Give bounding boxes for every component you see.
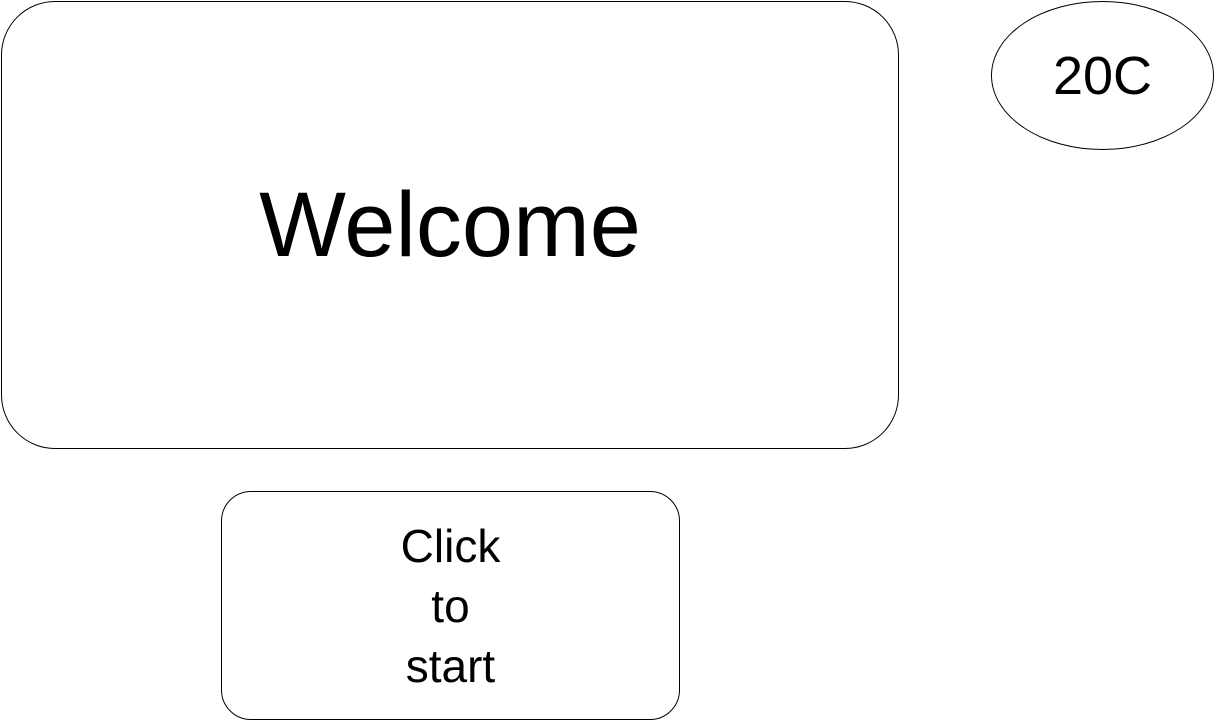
start-button-label: Click to start (401, 516, 501, 696)
welcome-title: Welcome (259, 174, 641, 276)
start-button-line-2: to (431, 579, 470, 632)
start-button[interactable]: Click to start (221, 491, 680, 720)
welcome-panel: Welcome (1, 1, 899, 449)
temperature-value: 20C (1052, 45, 1153, 106)
temperature-badge: 20C (991, 1, 1214, 150)
start-button-line-1: Click (400, 519, 501, 572)
start-button-line-3: start (405, 639, 496, 692)
